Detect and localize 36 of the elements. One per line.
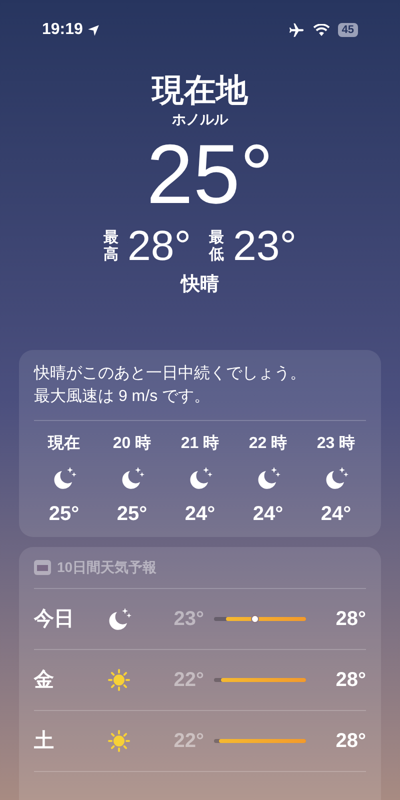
high-temperature: 28°	[336, 729, 366, 754]
hour-label: 20 時	[112, 434, 152, 454]
current-temperature: 25°	[145, 128, 274, 220]
airplane-icon	[288, 22, 305, 38]
battery-icon: 45	[338, 23, 358, 37]
hour-temperature: 25°	[116, 502, 148, 527]
high-temperature: 28°	[336, 668, 366, 693]
hour-temperature: 24°	[320, 502, 352, 527]
forecast-summary: 最大風速は 9 m/s です。	[34, 386, 212, 407]
calendar-icon	[34, 560, 51, 575]
sun-icon	[106, 667, 132, 693]
hour-label: 現在	[48, 434, 80, 454]
hour-label: 21 時	[180, 434, 220, 454]
sun-icon	[106, 728, 132, 754]
day-label: 土	[34, 729, 55, 754]
high-temperature: 28°	[127, 222, 191, 270]
location-arrow-icon	[86, 24, 100, 36]
high-label: 最高	[103, 229, 120, 263]
hour-label: 22 時	[248, 434, 288, 454]
low-label: 最低	[209, 229, 225, 263]
day-label: 金	[34, 668, 55, 693]
condition-text: 快晴	[181, 273, 219, 297]
location-title: 現在地	[152, 71, 248, 110]
hour-temperature: 24°	[252, 502, 284, 527]
hour-label: 23 時	[316, 434, 356, 454]
high-temperature: 28°	[336, 607, 366, 632]
card-title: 10日間天気予報	[57, 558, 157, 577]
status-time: 19:19	[42, 20, 83, 40]
forecast-summary: 快晴がこのあと一日中続くでしょう。	[34, 364, 307, 384]
low-temperature: 23°	[233, 222, 297, 270]
hour-temperature: 25°	[48, 502, 80, 527]
wifi-icon	[312, 24, 330, 36]
city-name: ホノルル	[172, 110, 228, 128]
low-temperature: 23°	[172, 607, 204, 632]
hour-temperature: 24°	[184, 502, 216, 527]
day-label: 今日	[34, 607, 75, 632]
